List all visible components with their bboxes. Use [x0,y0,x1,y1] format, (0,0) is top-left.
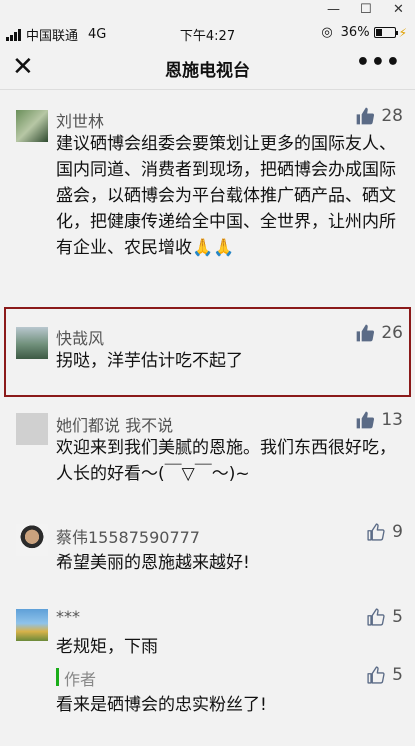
thumbs-up-icon [355,106,375,126]
highlight-box [4,307,411,397]
status-bar: 中国联通 4G 下午4:27 ◎ 36% ⚡ [0,22,415,44]
thumbs-up-icon [355,410,375,430]
comment-author[interactable]: 她们都说 我不说 [56,412,173,436]
maximize-button[interactable]: ☐ [360,2,372,18]
praying-hands-icon: 🙏🙏 [192,238,235,258]
avatar[interactable] [16,110,48,142]
avatar[interactable] [16,609,48,641]
like-button[interactable]: 5 [366,607,403,627]
comment-author[interactable]: 刘世林 [56,108,104,132]
thumbs-up-outline-icon [366,522,386,542]
reply-author: 作者 [64,670,97,689]
like-button[interactable]: 13 [355,410,403,430]
like-count: 5 [392,607,403,627]
thumbs-up-outline-icon [366,607,386,627]
battery-percent: 36% [340,25,370,40]
comment-text: 老规矩，下雨 [56,637,158,657]
like-button[interactable]: 28 [355,106,403,126]
window-close-button[interactable]: ✕ [393,2,404,18]
author-reply-bar [56,668,59,686]
avatar[interactable] [16,524,48,556]
like-button[interactable]: 9 [366,522,403,542]
comment-author[interactable]: 蔡伟15587590777 [56,524,200,548]
minimize-button[interactable]: — [327,2,340,18]
avatar[interactable] [16,413,48,445]
page-title: 恩施电视台 [165,61,250,81]
comment-author[interactable]: *** [56,607,80,626]
comment-text: 建议硒博会组委会要策划让更多的国际友人、国内同道、消费者到现场，把硒博会办成国际… [56,131,401,261]
more-icon[interactable]: ••• [356,50,401,75]
like-count: 5 [392,665,403,685]
thumbs-up-outline-icon [366,665,386,685]
reply-like-button[interactable]: 5 [366,665,403,685]
reply-text: 看来是硒博会的忠实粉丝了! [56,695,267,715]
comment-text: 希望美丽的恩施越来越好! [56,553,250,573]
like-count: 28 [381,106,403,126]
like-count: 9 [392,522,403,542]
battery-icon [373,27,398,38]
charging-icon: ⚡ [398,25,407,40]
comment-text: 欢迎来到我们美腻的恩施。我们东西很好吃，人长的好看～(￣▽￣～)~ [56,438,396,484]
window-titlebar: — ☐ ✕ [0,0,415,22]
like-count: 13 [381,410,403,430]
nav-bar: ✕ 恩施电视台 ••• [0,44,415,90]
lock-rotation-icon: ◎ [321,25,333,40]
